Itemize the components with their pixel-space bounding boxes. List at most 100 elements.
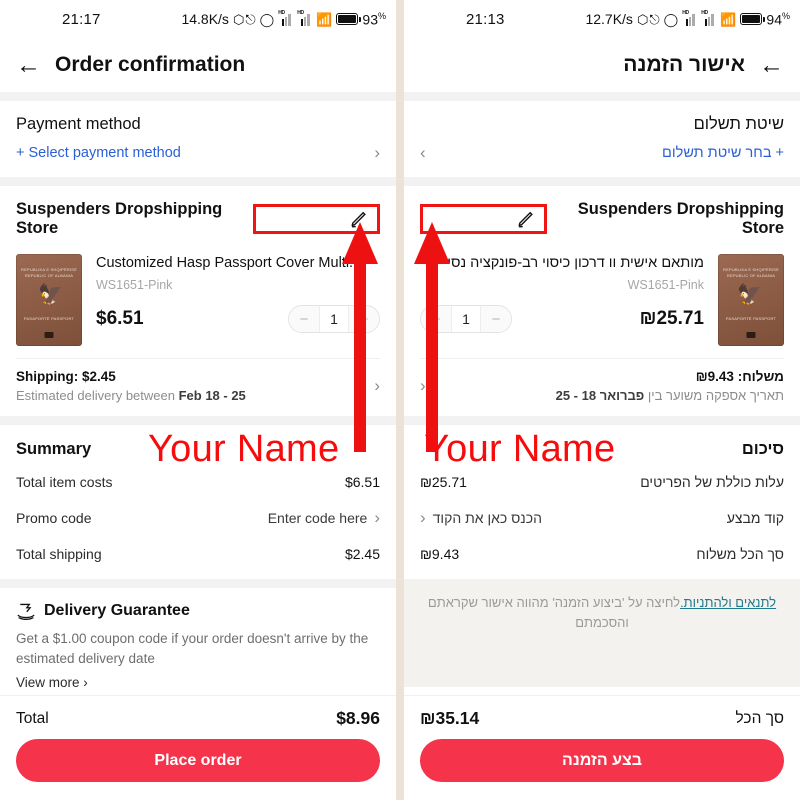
quantity-decrease-button[interactable]: − (289, 306, 319, 333)
product-row[interactable]: REPUBLIKA E SHQIPËRISË REPUBLIC OF ALBAN… (16, 248, 380, 358)
select-payment-method-link[interactable]: + Select payment method (16, 145, 181, 161)
status-icons-group: 14.8K/s ⬡ ⎋ ◯ HD HD 📶 93% (181, 9, 386, 28)
back-arrow-icon[interactable]: ← (16, 52, 41, 78)
shipping-row[interactable]: Shipping: $2.45 Estimated delivery betwe… (16, 359, 380, 416)
albania-eagle-emblem-icon: 🦅 (38, 284, 63, 306)
quantity-value: 1 (319, 306, 349, 333)
albania-eagle-emblem-icon: 🦅 (737, 284, 762, 306)
estimated-delivery: Estimated delivery between Feb 18 - 25 (16, 388, 246, 403)
summary-row-promo-code[interactable]: קוד מבצע הכנס כאן את הקוד ‹ (420, 493, 784, 531)
back-arrow-icon[interactable]: ← (759, 52, 784, 78)
pencil-edit-icon (518, 211, 533, 228)
signal-bars-2-icon: HD (701, 9, 716, 26)
network-speed-text: 12.7K/s (585, 11, 633, 27)
shipping-cost: Shipping: $2.45 (16, 369, 116, 384)
store-name: Suspenders Dropshipping Store (577, 200, 784, 237)
edit-order-button[interactable] (420, 204, 547, 234)
shipping-row[interactable]: משלוח: ₪9.43 תאריך אספקה משוער בין פברוא… (420, 359, 784, 416)
app-header-right: ← אישור הזמנה (404, 38, 800, 92)
product-price-qty-row: $6.51 − 1 + (96, 305, 380, 334)
status-bar-left: 21:17 14.8K/s ⬡ ⎋ ◯ HD HD 📶 93% (0, 0, 396, 38)
left-phone-panel: 21:17 14.8K/s ⬡ ⎋ ◯ HD HD 📶 93% ← Order … (0, 0, 396, 800)
product-thumbnail: REPUBLIKA E SHQIPËRISË REPUBLIC OF ALBAN… (718, 254, 784, 346)
promo-code-input[interactable]: Enter code here (268, 510, 368, 526)
product-row[interactable]: REPUBLIKA E SHQIPËRISË REPUBLIC OF ALBAN… (420, 248, 784, 358)
quantity-increase-button[interactable]: + (421, 306, 451, 333)
place-order-button[interactable]: Place order (16, 739, 380, 782)
signal-bars-1-icon: HD (682, 9, 697, 26)
passport-chip-icon (44, 332, 54, 338)
section-gap (404, 177, 800, 186)
row-label: Total shipping (16, 546, 102, 562)
row-value: ₪9.43 (420, 546, 460, 562)
delivery-guarantee-icon (17, 603, 35, 620)
select-payment-method-link[interactable]: + בחר שיטת תשלום (662, 145, 784, 161)
guarantee-description: Get a $1.00 coupon code if your order do… (16, 631, 369, 666)
summary-row-item-costs: Total item costs $6.51 (16, 459, 380, 493)
edit-order-button[interactable] (253, 204, 380, 234)
select-payment-method-row[interactable]: + Select payment method › (16, 134, 380, 177)
section-gap (0, 416, 396, 425)
battery-icon (740, 13, 766, 25)
section-gap (404, 416, 800, 425)
wifi-icon: 📶 (316, 11, 333, 27)
vpn-icon: ◯ (259, 11, 275, 27)
place-order-button[interactable]: בצע הזמנה (420, 739, 784, 782)
hd-label-1: HD (682, 9, 689, 16)
promo-code-input[interactable]: הכנס כאן את הקוד (433, 510, 542, 526)
delivery-dates: Feb 18 - 25 (178, 388, 246, 403)
payment-method-title: Payment method (16, 115, 141, 133)
status-icons-group: 12.7K/s ⬡ ⎋ ◯ HD HD 📶 94% (585, 9, 790, 28)
passport-bottom-text: PASAPORTË PASSPORT (725, 316, 777, 321)
summary-card: סיכום עלות כוללת של הפריטים ₪25.71 קוד מ… (404, 425, 800, 579)
pencil-edit-icon (351, 211, 366, 228)
store-product-card: Suspenders Dropshipping Store REPUBLIKA … (404, 186, 800, 416)
product-price-qty-row: ₪25.71 + 1 − (420, 305, 704, 334)
total-value: $8.96 (336, 708, 380, 728)
passport-chip-icon (746, 332, 756, 338)
page-title: אישור הזמנה (623, 53, 745, 76)
product-sku: WS1651-Pink (627, 278, 704, 293)
product-name: Customized Hasp Passport Cover Multi... (96, 255, 362, 271)
hd-label-2: HD (297, 9, 304, 16)
section-gap (404, 92, 800, 101)
total-row: Total $8.96 (16, 706, 380, 739)
battery-icon (336, 13, 362, 25)
shipping-text-group: משלוח: ₪9.43 תאריך אספקה משוער בין פברוא… (556, 369, 784, 403)
row-label: קוד מבצע (726, 510, 784, 526)
chevron-right-icon: › (374, 376, 380, 395)
quantity-stepper[interactable]: + 1 − (420, 305, 512, 334)
terms-link[interactable]: לתנאים ולהתניות. (680, 595, 776, 610)
product-info: Customized Hasp Passport Cover Multi... … (96, 254, 380, 346)
terms-text: לתנאים ולהתניות.לחיצה על 'ביצוע הזמנה' מ… (427, 595, 777, 631)
product-thumbnail: REPUBLIKA E SHQIPËRISË REPUBLIC OF ALBAN… (16, 254, 82, 346)
summary-row-promo-code[interactable]: Promo code Enter code here › (16, 493, 380, 531)
quantity-stepper[interactable]: − 1 + (288, 305, 380, 334)
comparison-screenshot: 21:17 14.8K/s ⬡ ⎋ ◯ HD HD 📶 93% ← Order … (0, 0, 800, 800)
bluetooth-icon: ⬡ ⎋ (232, 11, 256, 27)
status-time: 21:13 (466, 10, 505, 28)
store-header-row: Suspenders Dropshipping Store (420, 186, 784, 248)
row-label: Promo code (16, 510, 92, 526)
chevron-right-icon: › (374, 143, 380, 162)
row-value[interactable]: Enter code here › (268, 508, 380, 528)
row-value[interactable]: הכנס כאן את הקוד ‹ (420, 508, 542, 528)
quantity-increase-button[interactable]: + (349, 306, 379, 333)
right-phone-panel: 21:13 12.7K/s ⬡ ⎋ ◯ HD HD 📶 94% ← אישור … (404, 0, 800, 800)
total-value: ₪35.14 (420, 708, 480, 728)
select-payment-method-row[interactable]: + בחר שיטת תשלום › (420, 134, 784, 177)
product-price: ₪25.71 (639, 308, 704, 330)
product-sku: WS1651-Pink (96, 278, 173, 293)
signal-bars-2-icon: HD (297, 9, 312, 26)
guarantee-header: Delivery Guarantee (16, 602, 380, 620)
row-label: עלות כוללת של הפריטים (640, 474, 784, 490)
quantity-decrease-button[interactable]: − (481, 306, 511, 333)
payment-method-title: שיטת תשלום (693, 115, 784, 133)
store-name: Suspenders Dropshipping Store (16, 200, 223, 237)
view-more-link[interactable]: View more › (16, 675, 380, 690)
page-title: Order confirmation (55, 53, 246, 76)
row-value: $2.45 (344, 546, 380, 562)
estimated-delivery: תאריך אספקה משוער בין פברואר 18 - 25 (555, 388, 784, 403)
product-price: $6.51 (96, 308, 144, 330)
hd-label-2: HD (701, 9, 708, 16)
